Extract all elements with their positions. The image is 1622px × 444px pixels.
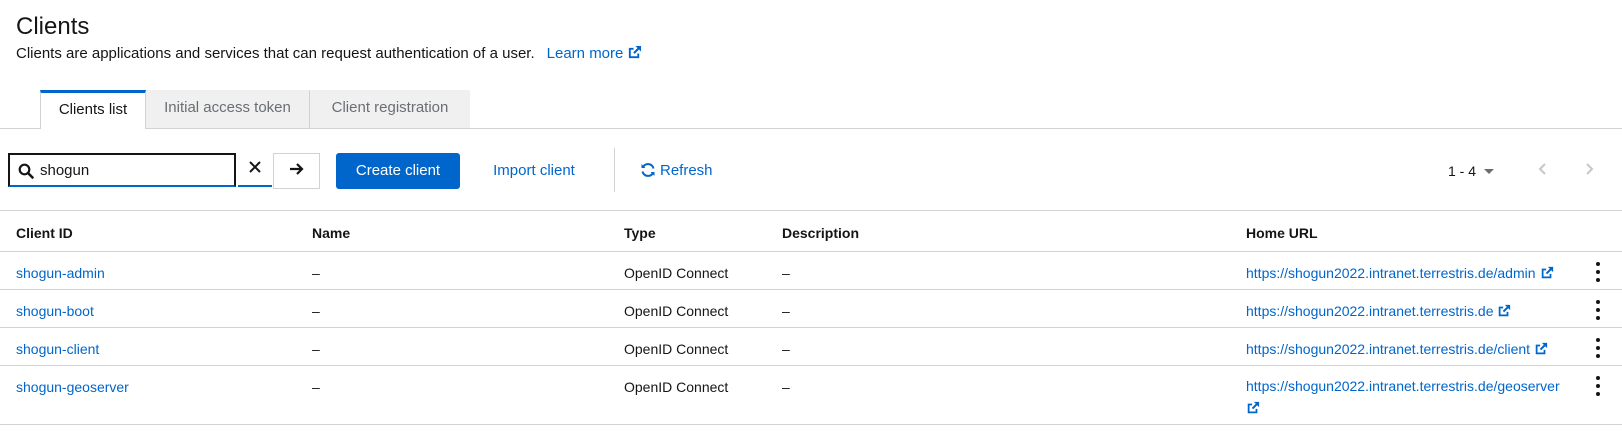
table-header: Client ID Name Type Description Home URL	[0, 211, 1622, 252]
toolbar: Create client Import client Refresh 1 - …	[0, 128, 1622, 211]
client-type: OpenID Connect	[624, 379, 729, 395]
previous-page-button[interactable]	[1528, 153, 1556, 189]
search-input[interactable]	[40, 158, 225, 182]
import-client-button[interactable]: Import client	[478, 153, 590, 189]
tab-initial-access-token[interactable]: Initial access token	[146, 90, 310, 128]
search-box	[8, 153, 236, 187]
row-actions-kebab[interactable]	[1590, 338, 1606, 358]
tab-bar: Clients list Initial access token Client…	[0, 90, 1622, 129]
learn-more-link[interactable]: Learn more	[547, 45, 643, 62]
close-icon	[249, 160, 261, 178]
home-url-link[interactable]: https://shogun2022.intranet.terrestris.d…	[1246, 264, 1576, 284]
row-actions-kebab[interactable]	[1590, 300, 1606, 320]
home-url-link[interactable]: https://shogun2022.intranet.terrestris.d…	[1246, 375, 1576, 421]
home-url-link[interactable]: https://shogun2022.intranet.terrestris.d…	[1246, 302, 1576, 322]
home-url-text: https://shogun2022.intranet.terrestris.d…	[1246, 341, 1531, 357]
table-row: shogun-client – OpenID Connect – https:/…	[0, 328, 1622, 366]
next-page-button[interactable]	[1576, 153, 1604, 189]
external-link-icon	[627, 45, 642, 65]
client-type: OpenID Connect	[624, 341, 729, 357]
toolbar-divider	[614, 148, 615, 192]
row-actions-kebab[interactable]	[1590, 376, 1606, 396]
client-type: OpenID Connect	[624, 303, 729, 319]
learn-more-label: Learn more	[546, 45, 624, 62]
client-id-link[interactable]: shogun-client	[16, 340, 99, 358]
chevron-right-icon	[1586, 162, 1594, 180]
search-submit-button[interactable]	[273, 153, 320, 189]
pagination-range: 1 - 4	[1448, 163, 1477, 179]
column-header-home-url: Home URL	[1246, 225, 1318, 241]
caret-down-icon	[1484, 169, 1495, 174]
pagination-toggle[interactable]: 1 - 4	[1448, 153, 1495, 189]
client-name: –	[312, 341, 320, 357]
external-link-icon	[1540, 266, 1554, 284]
arrow-right-icon	[289, 162, 305, 181]
column-header-type: Type	[624, 225, 656, 241]
search-icon	[18, 163, 34, 184]
client-name: –	[312, 379, 320, 395]
column-header-client-id: Client ID	[16, 225, 73, 241]
client-name: –	[312, 265, 320, 281]
table-row: shogun-admin – OpenID Connect – https://…	[0, 252, 1622, 290]
external-link-icon	[1246, 399, 1260, 421]
external-link-icon	[1497, 304, 1511, 322]
column-header-name: Name	[312, 225, 351, 241]
client-id-link[interactable]: shogun-boot	[16, 302, 94, 320]
client-description: –	[782, 303, 790, 319]
clear-search-button[interactable]	[238, 153, 272, 187]
external-link-icon	[1534, 342, 1548, 360]
column-header-description: Description	[782, 225, 860, 241]
table-row: shogun-boot – OpenID Connect – https://s…	[0, 290, 1622, 328]
home-url-text: https://shogun2022.intranet.terrestris.d…	[1246, 378, 1560, 394]
refresh-button[interactable]: Refresh	[640, 153, 713, 189]
client-type: OpenID Connect	[624, 265, 729, 281]
client-description: –	[782, 265, 790, 281]
client-name: –	[312, 303, 320, 319]
refresh-label: Refresh	[660, 162, 713, 179]
client-id-link[interactable]: shogun-geoserver	[16, 378, 129, 396]
home-url-text: https://shogun2022.intranet.terrestris.d…	[1246, 303, 1494, 319]
client-id-link[interactable]: shogun-admin	[16, 264, 105, 282]
page-description: Clients are applications and services th…	[16, 45, 642, 65]
chevron-left-icon	[1538, 162, 1546, 180]
page-description-text: Clients are applications and services th…	[16, 45, 535, 62]
client-description: –	[782, 341, 790, 357]
home-url-text: https://shogun2022.intranet.terrestris.d…	[1246, 265, 1536, 281]
tab-clients-list[interactable]: Clients list	[40, 90, 146, 129]
table-row: shogun-geoserver – OpenID Connect – http…	[0, 366, 1622, 425]
home-url-link[interactable]: https://shogun2022.intranet.terrestris.d…	[1246, 340, 1576, 360]
tab-client-registration[interactable]: Client registration	[310, 90, 470, 128]
client-description: –	[782, 379, 790, 395]
page-title: Clients	[16, 13, 90, 40]
refresh-icon	[641, 163, 655, 177]
create-client-button[interactable]: Create client	[336, 153, 460, 189]
row-actions-kebab[interactable]	[1590, 262, 1606, 282]
